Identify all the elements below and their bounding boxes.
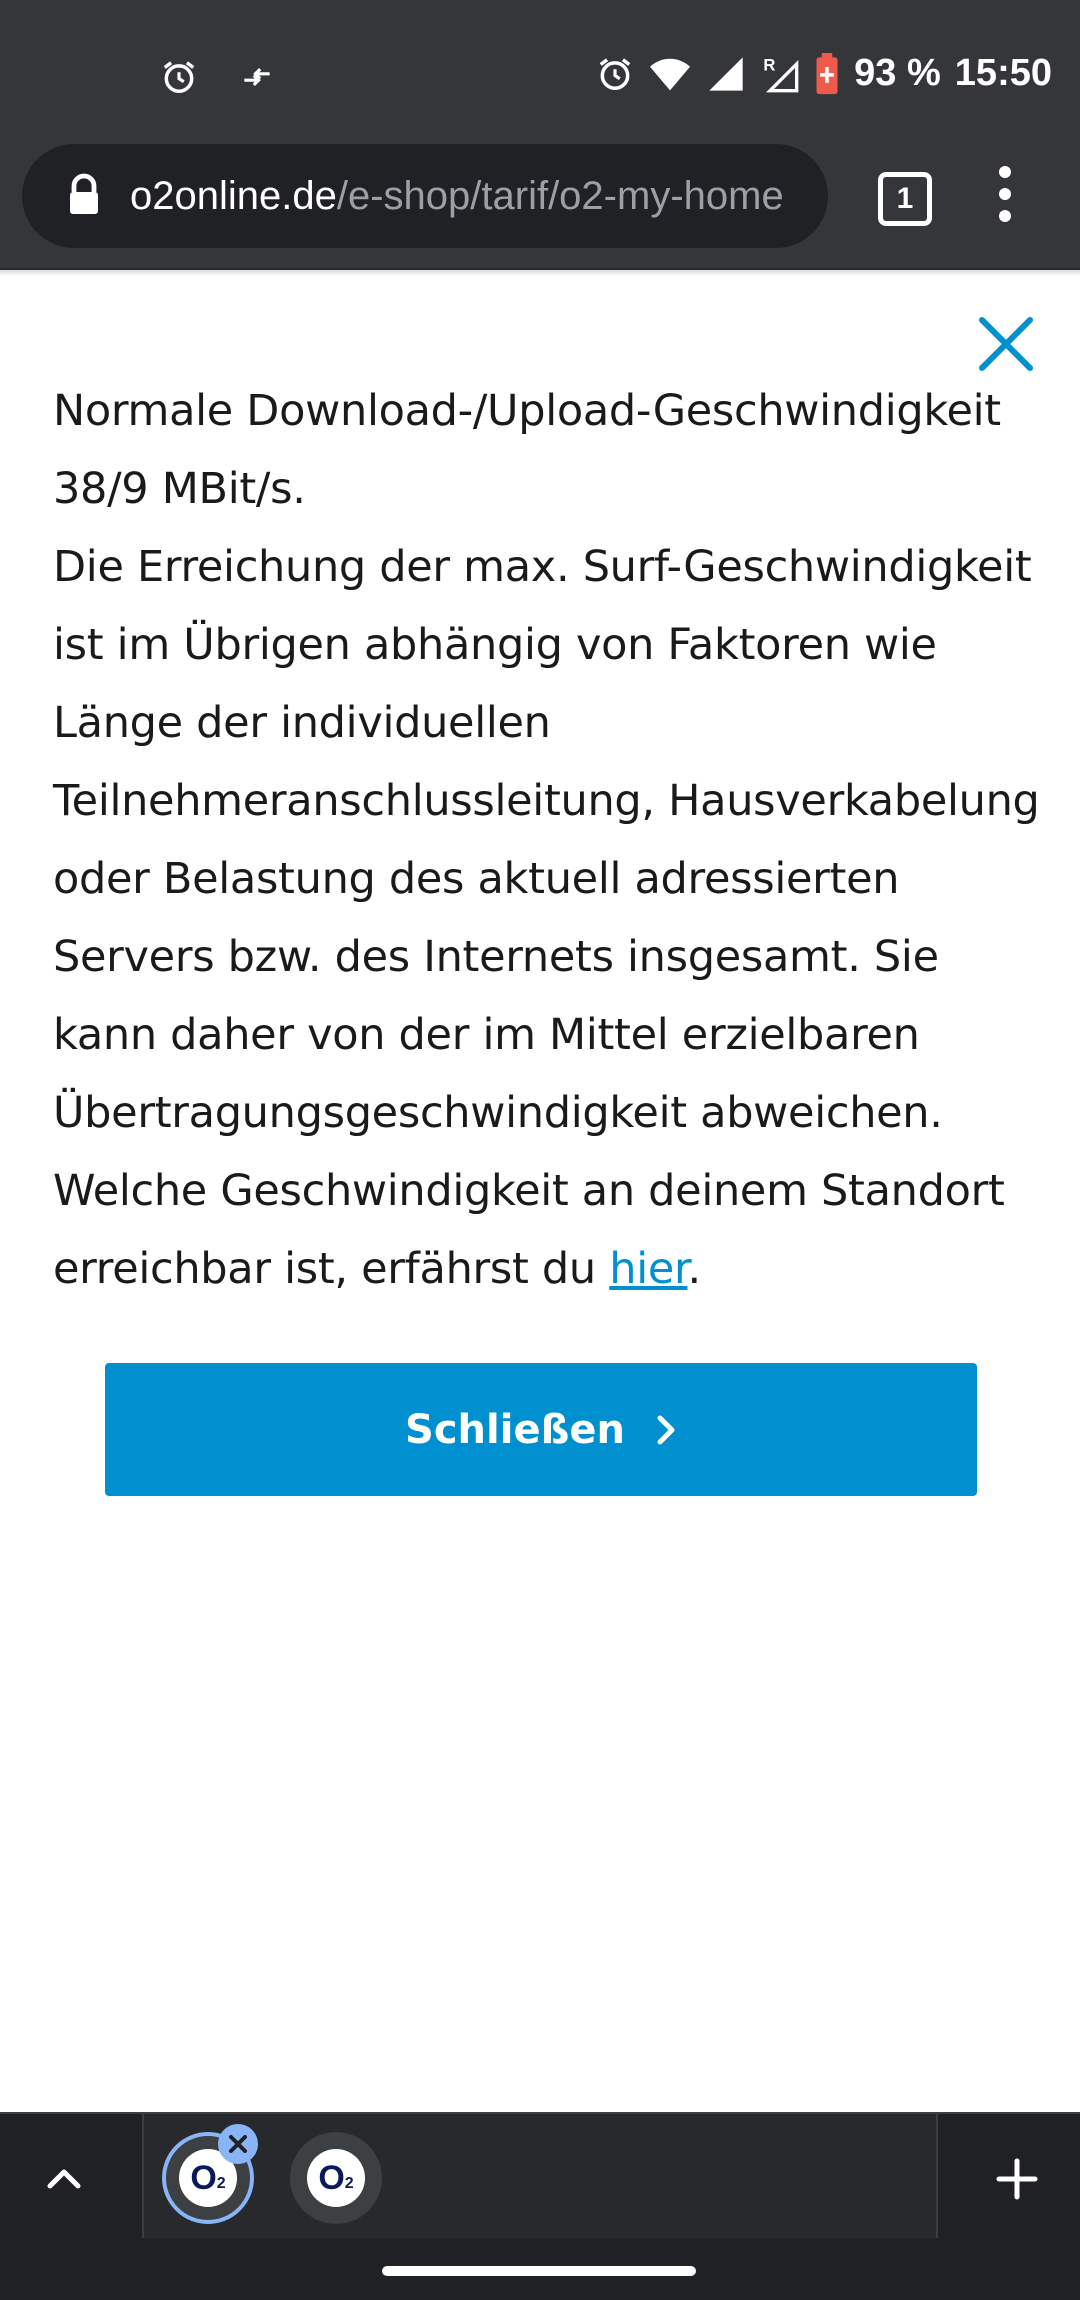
alarm-icon (163, 61, 195, 93)
toolbar-shadow (0, 270, 1080, 276)
new-tab-icon[interactable] (996, 2158, 1038, 2200)
close-button-label: Schließen (405, 1406, 625, 1453)
location-text-prefix: Welche Geschwindigkeit an deinem Standor… (53, 1166, 1005, 1294)
tab-o2[interactable]: O2 (290, 2132, 382, 2224)
chevron-up-icon[interactable] (44, 2158, 84, 2198)
tab-strip-tabs (142, 2114, 938, 2240)
svg-text:R: R (764, 55, 776, 74)
gesture-nav-bar (0, 2238, 1080, 2300)
data-transfer-icon (244, 67, 270, 87)
signal-icon (709, 56, 743, 91)
status-bar: R 93 % 15:50 (0, 0, 1080, 140)
browser-toolbar: o2online.de/e-shop/tarif/o2-my-home 1 (0, 140, 1080, 270)
alarm-icon (599, 57, 631, 90)
battery-percent: 93 % (854, 52, 941, 94)
location-text-suffix: . (687, 1244, 701, 1294)
location-check-text: Welche Geschwindigkeit an deinem Standor… (53, 1152, 1043, 1308)
chevron-right-icon (657, 1415, 675, 1444)
close-icon[interactable] (976, 314, 1036, 374)
wifi-icon (650, 58, 691, 90)
url-text: o2online.de/e-shop/tarif/o2-my-home (130, 174, 784, 219)
speed-info-text: Normale Download-/Upload-Geschwindigkeit… (53, 386, 1001, 514)
home-handle[interactable] (382, 2266, 696, 2276)
close-button[interactable]: Schließen (105, 1363, 977, 1496)
here-link[interactable]: hier (609, 1244, 687, 1294)
url-path: /e-shop/tarif/o2-my-home (336, 173, 784, 218)
status-left-icons (160, 58, 276, 96)
o2-favicon: O2 (307, 2149, 365, 2207)
status-right-icons: R 93 % 15:50 (596, 52, 1052, 95)
modal-content: Normale Download-/Upload-Geschwindigkeit… (53, 372, 1043, 1308)
tab-count: 1 (896, 182, 914, 215)
signal-r-icon: R (764, 55, 799, 92)
tab-strip: O2 O2 (0, 2112, 1080, 2240)
lock-icon (70, 173, 98, 214)
tab-close-icon[interactable] (218, 2124, 258, 2164)
tab-switcher-button[interactable]: 1 (878, 172, 932, 226)
more-menu-icon[interactable] (990, 166, 1020, 230)
clock: 15:50 (954, 52, 1052, 94)
disclaimer-text: Die Erreichung der max. Surf-Geschwindig… (53, 542, 1040, 1138)
url-domain: o2online.de (130, 173, 337, 218)
battery-saver-icon (816, 52, 838, 94)
url-bar[interactable]: o2online.de/e-shop/tarif/o2-my-home (22, 144, 828, 248)
